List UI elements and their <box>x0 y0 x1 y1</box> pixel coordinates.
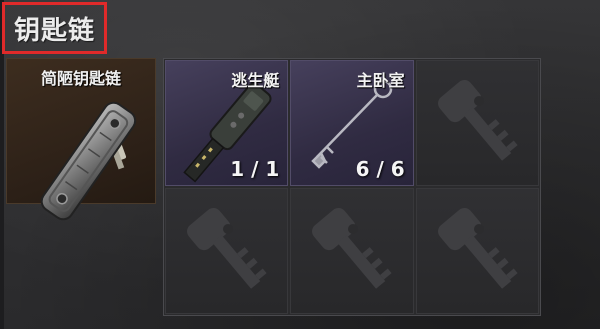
panel-title-highlight: 钥匙链 <box>2 2 107 54</box>
key-slot-6[interactable] <box>415 188 539 314</box>
key-slot-1[interactable]: 逃生艇 1 / 1 <box>165 60 289 186</box>
empty-key-slot-icon <box>437 79 518 161</box>
key-slot-2[interactable]: 主卧室 6 / 6 <box>290 60 414 186</box>
key-slot-count: 1 / 1 <box>230 157 280 181</box>
key-slot-grid: 逃生艇 1 / 1 主卧室 6 / 6 <box>163 58 541 316</box>
key-slot-4[interactable] <box>165 188 289 314</box>
keychain-item-slot[interactable]: 简陋钥匙链 <box>6 58 156 221</box>
key-slot-5[interactable] <box>290 188 414 314</box>
panel-title: 钥匙链 <box>13 15 95 46</box>
empty-key-slot-icon <box>312 207 392 289</box>
key-slot-name: 主卧室 <box>356 71 405 90</box>
empty-key-slot-icon <box>187 207 267 289</box>
keychain-icon <box>40 101 137 221</box>
keychain-item-name: 简陋钥匙链 <box>40 69 121 88</box>
key-slot-name: 逃生艇 <box>231 71 280 90</box>
empty-key-slot-icon <box>437 207 518 289</box>
key-slot-count: 6 / 6 <box>355 157 405 181</box>
key-slot-3[interactable] <box>415 60 539 186</box>
